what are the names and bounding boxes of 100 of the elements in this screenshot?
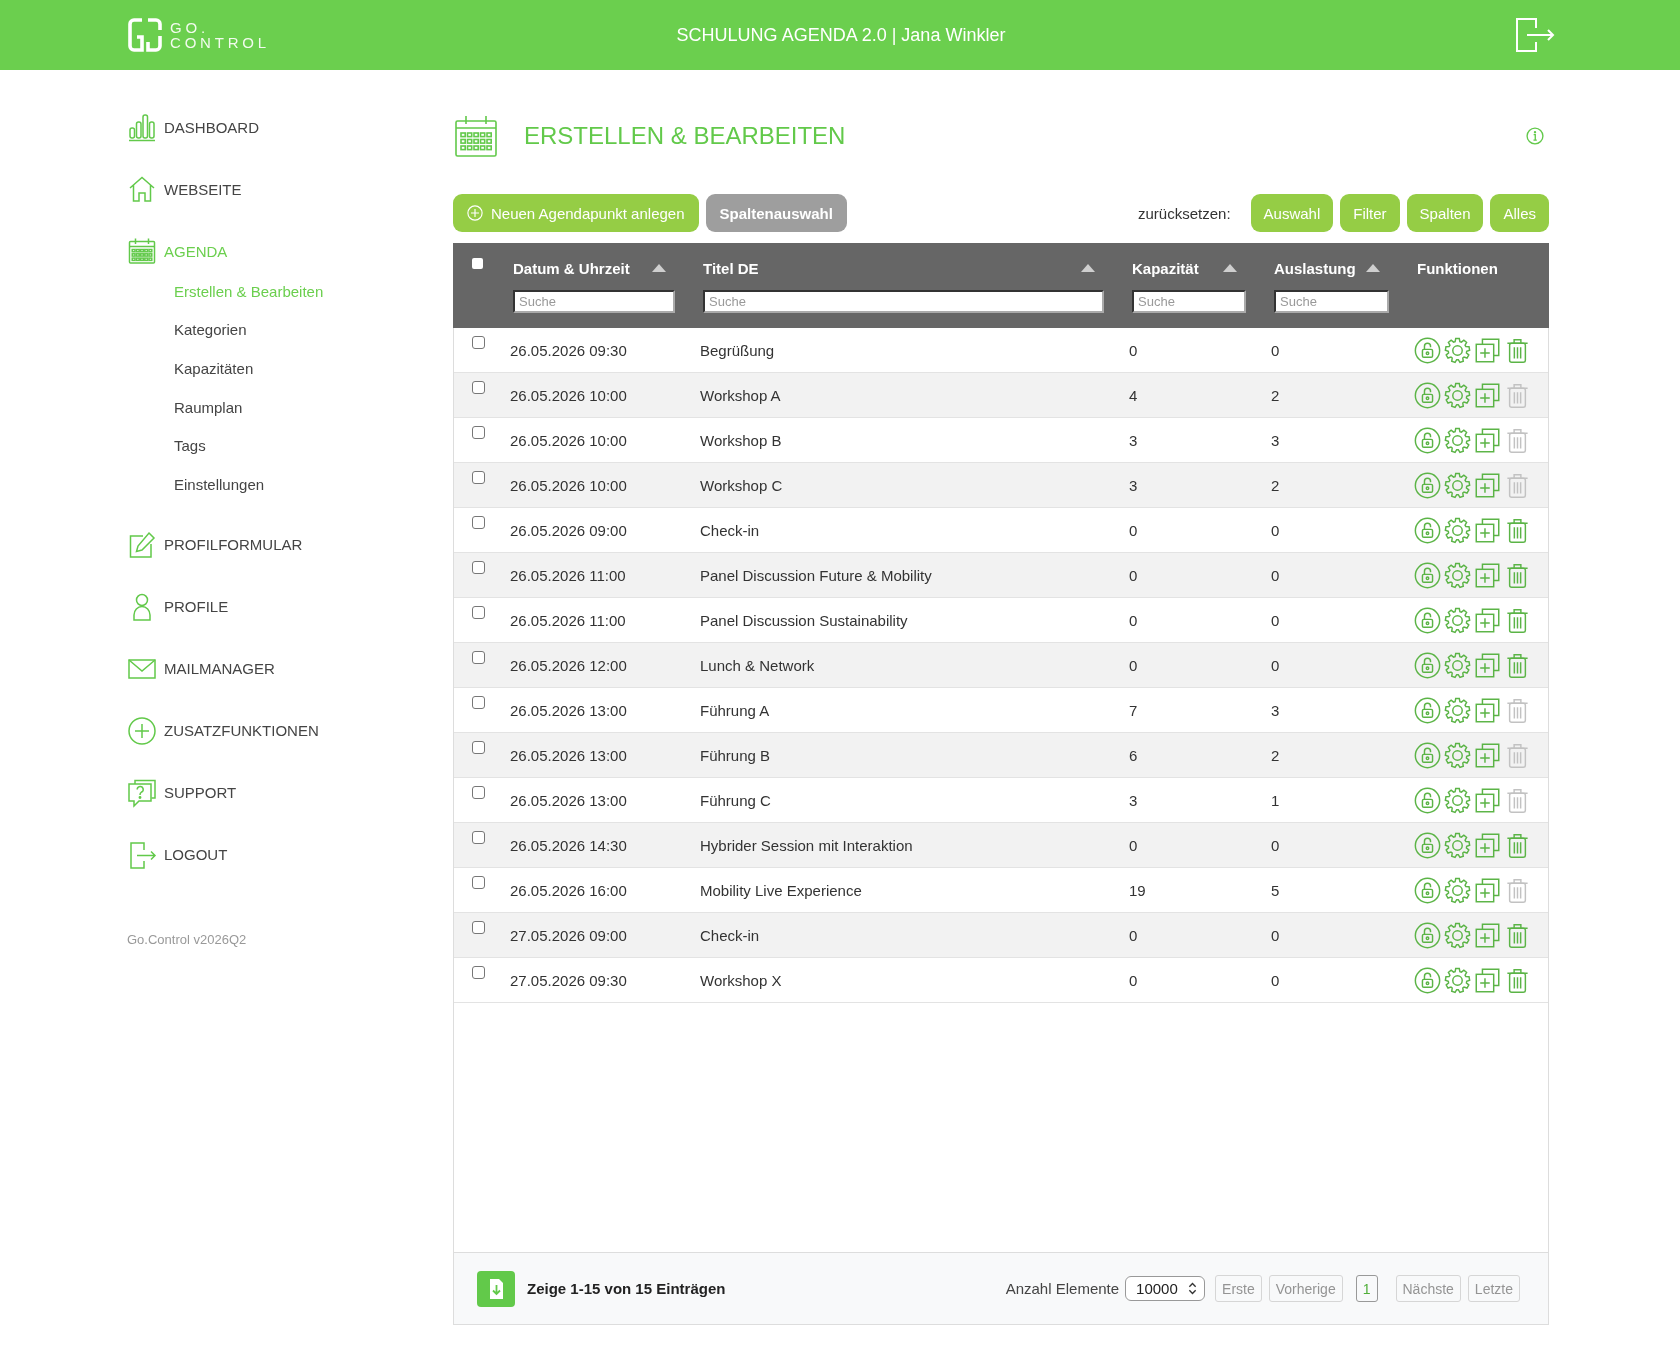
row-checkbox[interactable] — [472, 381, 485, 394]
column-header[interactable]: Kapazität — [1132, 259, 1199, 277]
column-header[interactable]: Titel DE — [703, 259, 759, 277]
settings-icon[interactable] — [1444, 516, 1471, 544]
info-icon[interactable] — [1526, 127, 1544, 145]
column-header[interactable]: Datum & Uhrzeit — [513, 259, 630, 277]
search-field[interactable]: Suche — [1132, 290, 1246, 313]
search-field[interactable]: Suche — [1274, 290, 1389, 313]
padlock-icon[interactable] — [1414, 381, 1441, 409]
copy-icon[interactable] — [1474, 921, 1501, 949]
padlock-icon[interactable] — [1414, 561, 1441, 589]
settings-icon[interactable] — [1444, 426, 1471, 454]
padlock-icon[interactable] — [1414, 921, 1441, 949]
row-checkbox[interactable] — [472, 336, 485, 349]
copy-icon[interactable] — [1474, 876, 1501, 904]
sidebar-item[interactable]: SUPPORT — [127, 777, 237, 808]
copy-icon[interactable] — [1474, 381, 1501, 409]
row-checkbox[interactable] — [472, 786, 485, 799]
row-checkbox[interactable] — [472, 561, 485, 574]
row-checkbox[interactable] — [472, 651, 485, 664]
trash-icon[interactable] — [1504, 831, 1531, 859]
settings-icon[interactable] — [1444, 921, 1471, 949]
settings-icon[interactable] — [1444, 696, 1471, 724]
padlock-icon[interactable] — [1414, 696, 1441, 724]
copy-icon[interactable] — [1474, 606, 1501, 634]
settings-icon[interactable] — [1444, 381, 1471, 409]
calendar-icon — [455, 115, 497, 157]
trash-icon[interactable] — [1504, 336, 1531, 364]
table-cell: 26.05.2026 10:00 — [510, 386, 627, 404]
copy-icon[interactable] — [1474, 651, 1501, 679]
sidebar-item[interactable]: WEBSEITE — [127, 174, 242, 204]
copy-icon[interactable] — [1474, 336, 1501, 364]
settings-icon[interactable] — [1444, 831, 1471, 859]
row-checkbox[interactable] — [472, 426, 485, 439]
padlock-icon[interactable] — [1414, 831, 1441, 859]
settings-icon[interactable] — [1444, 336, 1471, 364]
settings-icon[interactable] — [1444, 561, 1471, 589]
settings-icon[interactable] — [1444, 471, 1471, 499]
copy-icon[interactable] — [1474, 741, 1501, 769]
sidebar-item[interactable]: ZUSATZFUNKTIONEN — [127, 715, 319, 746]
trash-icon[interactable] — [1504, 651, 1531, 679]
row-checkbox[interactable] — [472, 741, 485, 754]
sort-arrow-icon[interactable] — [1223, 264, 1237, 272]
padlock-icon[interactable] — [1414, 336, 1441, 364]
copy-icon[interactable] — [1474, 561, 1501, 589]
sort-arrow-icon[interactable] — [652, 264, 666, 272]
copy-icon[interactable] — [1474, 516, 1501, 544]
row-checkbox[interactable] — [472, 876, 485, 889]
copy-icon[interactable] — [1474, 696, 1501, 724]
copy-icon[interactable] — [1474, 786, 1501, 814]
sidebar-subitem[interactable]: Einstellungen — [174, 464, 265, 504]
copy-icon[interactable] — [1474, 426, 1501, 454]
settings-icon[interactable] — [1444, 606, 1471, 634]
copy-icon[interactable] — [1474, 471, 1501, 499]
padlock-icon[interactable] — [1414, 876, 1441, 904]
copy-icon[interactable] — [1474, 966, 1501, 994]
sidebar-item[interactable]: PROFILFORMULAR — [127, 529, 303, 560]
sidebar-subitem[interactable]: Raumplan — [174, 387, 243, 427]
file-download-icon[interactable] — [477, 1270, 515, 1307]
sidebar-item[interactable]: DASHBOARD — [127, 112, 260, 142]
settings-icon[interactable] — [1444, 786, 1471, 814]
settings-icon[interactable] — [1444, 876, 1471, 904]
padlock-icon[interactable] — [1414, 606, 1441, 634]
row-checkbox[interactable] — [472, 516, 485, 529]
sidebar-subitem[interactable]: Tags — [174, 426, 206, 465]
row-checkbox[interactable] — [472, 696, 485, 709]
padlock-icon[interactable] — [1414, 651, 1441, 679]
padlock-icon[interactable] — [1414, 966, 1441, 994]
sort-arrow-icon[interactable] — [1081, 264, 1095, 272]
column-header[interactable]: Auslastung — [1274, 259, 1356, 277]
copy-icon[interactable] — [1474, 831, 1501, 859]
row-checkbox[interactable] — [472, 966, 485, 979]
page-size-select[interactable]: 10000 — [1125, 1276, 1206, 1301]
row-checkbox[interactable] — [472, 471, 485, 484]
sidebar-item[interactable]: LOGOUT — [127, 839, 228, 870]
row-checkbox[interactable] — [472, 831, 485, 844]
settings-icon[interactable] — [1444, 651, 1471, 679]
padlock-icon[interactable] — [1414, 786, 1441, 814]
padlock-icon[interactable] — [1414, 516, 1441, 544]
sidebar-subitem[interactable]: Kategorien — [174, 310, 247, 350]
sidebar-item[interactable]: PROFILE — [127, 591, 229, 622]
row-checkbox[interactable] — [472, 921, 485, 934]
search-field[interactable]: Suche — [513, 290, 675, 313]
trash-icon[interactable] — [1504, 516, 1531, 544]
trash-icon[interactable] — [1504, 921, 1531, 949]
sort-arrow-icon[interactable] — [1366, 264, 1380, 272]
trash-icon[interactable] — [1504, 966, 1531, 994]
logout-icon[interactable] — [1515, 17, 1555, 53]
settings-icon[interactable] — [1444, 966, 1471, 994]
sidebar-item[interactable]: MAILMANAGER — [127, 653, 275, 684]
trash-icon[interactable] — [1504, 561, 1531, 589]
select-all-checkbox[interactable] — [472, 258, 483, 269]
settings-icon[interactable] — [1444, 741, 1471, 769]
padlock-icon[interactable] — [1414, 741, 1441, 769]
padlock-icon[interactable] — [1414, 426, 1441, 454]
sidebar-subitem[interactable]: Kapazitäten — [174, 349, 254, 388]
row-checkbox[interactable] — [472, 606, 485, 619]
search-field[interactable]: Suche — [703, 290, 1104, 313]
padlock-icon[interactable] — [1414, 471, 1441, 499]
trash-icon[interactable] — [1504, 606, 1531, 634]
